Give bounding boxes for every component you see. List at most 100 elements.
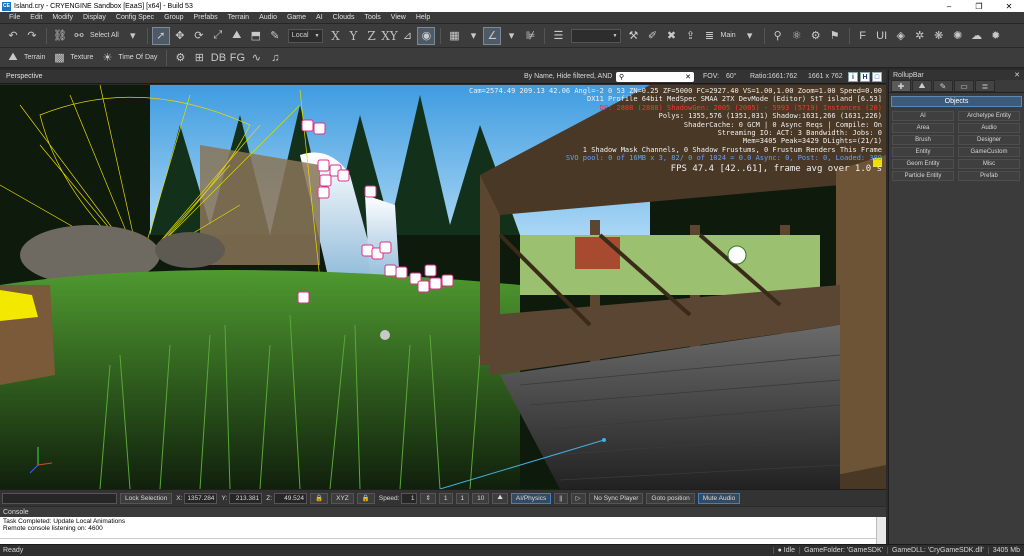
ai-physics-button[interactable]: AI/Physics	[510, 492, 552, 504]
console-scrollbar[interactable]	[876, 517, 886, 544]
export-icon[interactable]: ⇪	[681, 27, 699, 45]
angle-dropdown-icon[interactable]: ▾	[502, 27, 520, 45]
database-icon[interactable]: DB	[209, 49, 227, 67]
helpers-button[interactable]: H	[860, 72, 870, 82]
select-tool-icon[interactable]: ➚	[151, 26, 170, 45]
object-archetype-entity-button[interactable]: Archetype Entity	[958, 111, 1020, 121]
angle-snap-icon[interactable]: ∠	[483, 26, 502, 45]
speed-preset-10[interactable]: 10	[472, 492, 490, 504]
menu-clouds[interactable]: Clouds	[328, 14, 360, 21]
y-coordinate-input[interactable]: 213.381	[229, 492, 263, 504]
axis-z-button[interactable]: Z	[362, 29, 380, 43]
coord-system-select[interactable]: Local ▼	[287, 28, 324, 43]
particles-icon[interactable]: ❋	[930, 27, 948, 45]
xyz-button[interactable]: XYZ	[331, 492, 354, 504]
link-icon[interactable]: ⛓	[51, 27, 69, 45]
object-entity-button[interactable]: Entity	[892, 147, 954, 157]
status-text-field[interactable]	[2, 492, 117, 504]
resolution-value[interactable]: 1661 x 762	[808, 73, 843, 80]
terrain-tab-icon[interactable]: ⛰	[912, 80, 932, 92]
axis-x-button[interactable]: X	[326, 29, 344, 43]
objects-tab-icon[interactable]: ✚	[891, 80, 911, 92]
x-coordinate-input[interactable]: 1357.284	[184, 492, 218, 504]
edit-icon[interactable]: ✐	[643, 27, 661, 45]
info-button[interactable]: i	[848, 72, 858, 82]
object-audio-button[interactable]: Audio	[958, 123, 1020, 133]
ui-icon[interactable]: UI	[873, 27, 891, 45]
object-gamecustom-button[interactable]: GameCustom	[958, 147, 1020, 157]
terrain-collision-icon[interactable]: ⛰	[492, 492, 508, 504]
layers-icon[interactable]: ≣	[700, 27, 718, 45]
formula-icon[interactable]: FG	[228, 49, 246, 67]
ruler-icon[interactable]: ⊯	[521, 27, 539, 45]
object-prefab-button[interactable]: Prefab	[958, 171, 1020, 181]
menu-modify[interactable]: Modify	[47, 14, 78, 21]
paint-icon[interactable]: ✎	[266, 27, 284, 45]
lock-axis-icon[interactable]: 🔒	[310, 492, 329, 504]
menu-game[interactable]: Game	[282, 14, 311, 21]
snap-terrain-icon[interactable]: ⛰	[228, 27, 246, 45]
layout-dropdown-icon[interactable]: ▾	[741, 27, 759, 45]
unlink-icon[interactable]: ⚯	[70, 27, 88, 45]
menu-ai[interactable]: AI	[311, 14, 328, 21]
menu-display[interactable]: Display	[78, 14, 111, 21]
object-brush-button[interactable]: Brush	[892, 135, 954, 145]
sound-entity-icon[interactable]	[380, 330, 390, 340]
speed-preset-1[interactable]: 1	[438, 492, 453, 504]
clear-search-icon[interactable]: ✕	[685, 73, 691, 81]
layers-tab-icon[interactable]: ≣	[975, 80, 995, 92]
lighting-icon[interactable]: ✺	[949, 27, 967, 45]
axis-xy-button[interactable]: XY	[380, 29, 398, 43]
layout-label[interactable]: Main	[720, 32, 735, 39]
grid-icon[interactable]: ▦	[445, 27, 463, 45]
layer-list-icon[interactable]: ☰	[549, 27, 567, 45]
redo-icon[interactable]: ↷	[23, 27, 41, 45]
pause-icon[interactable]: ||	[554, 492, 568, 504]
delete-icon[interactable]: ✖	[662, 27, 680, 45]
close-button[interactable]: ✕	[994, 0, 1024, 12]
search-filter-mode[interactable]: By Name, Hide filtered, AND	[524, 73, 612, 80]
perspective-viewport[interactable]: Cam=2574.49 209.13 42.06 Angl=-2 0 53 ZN…	[0, 85, 886, 489]
menu-group[interactable]: Group	[159, 14, 188, 21]
speed-preset-2[interactable]: 1	[455, 492, 470, 504]
snap-vertex-icon[interactable]: ◉	[417, 26, 436, 45]
object-geom-entity-button[interactable]: Geom Entity	[892, 159, 954, 169]
mute-audio-button[interactable]: Mute Audio	[697, 492, 741, 504]
step-icon[interactable]: ▷	[570, 492, 586, 504]
waveform-icon[interactable]: ∿	[247, 49, 265, 67]
maximize-viewport-button[interactable]: □	[872, 72, 882, 82]
grid-view-icon[interactable]: ⊞	[190, 49, 208, 67]
rotate-tool-icon[interactable]: ⟳	[190, 27, 208, 45]
fov-value[interactable]: 60°	[726, 73, 737, 80]
physics-icon[interactable]: ⚛	[788, 27, 806, 45]
time-of-day-button[interactable]: Time Of Day	[118, 54, 157, 61]
grid-dropdown-icon[interactable]: ▾	[464, 27, 482, 45]
speed-input[interactable]: 1	[401, 492, 418, 504]
game-icon[interactable]: ⚑	[826, 27, 844, 45]
modify-tab-icon[interactable]: ✎	[933, 80, 953, 92]
terrain-button[interactable]: Terrain	[24, 54, 45, 61]
material-icon[interactable]: ◈	[892, 27, 910, 45]
texture-button[interactable]: Texture	[70, 54, 93, 61]
menu-audio[interactable]: Audio	[254, 14, 282, 21]
player-spawn-icon[interactable]	[727, 245, 747, 265]
flowgraph-icon[interactable]: F	[854, 27, 872, 45]
speed-spinner-icon[interactable]: ⇕	[420, 492, 436, 504]
filter-dropdown-icon[interactable]: ▾	[124, 27, 142, 45]
menu-config-spec[interactable]: Config Spec	[111, 14, 159, 21]
texture-icon[interactable]: ▩	[50, 49, 68, 67]
more-icon[interactable]: ✹	[987, 27, 1005, 45]
terrain-icon[interactable]: ⛰	[4, 49, 22, 67]
lock-selection-button[interactable]: Lock Selection	[120, 492, 173, 504]
gear-icon[interactable]: ⚙	[171, 49, 189, 67]
object-particle-entity-button[interactable]: Particle Entity	[892, 171, 954, 181]
objects-section-header[interactable]: Objects	[891, 96, 1022, 107]
settings-icon[interactable]: ✲	[911, 27, 929, 45]
menu-terrain[interactable]: Terrain	[223, 14, 254, 21]
select-all-label[interactable]: Select All	[90, 32, 119, 39]
goto-position-button[interactable]: Goto position	[646, 492, 695, 504]
music-icon[interactable]: ♫	[266, 49, 284, 67]
layer-select[interactable]: ▼	[571, 28, 622, 43]
axis-y-button[interactable]: Y	[344, 29, 362, 43]
z-coordinate-input[interactable]: 49.524	[274, 492, 308, 504]
